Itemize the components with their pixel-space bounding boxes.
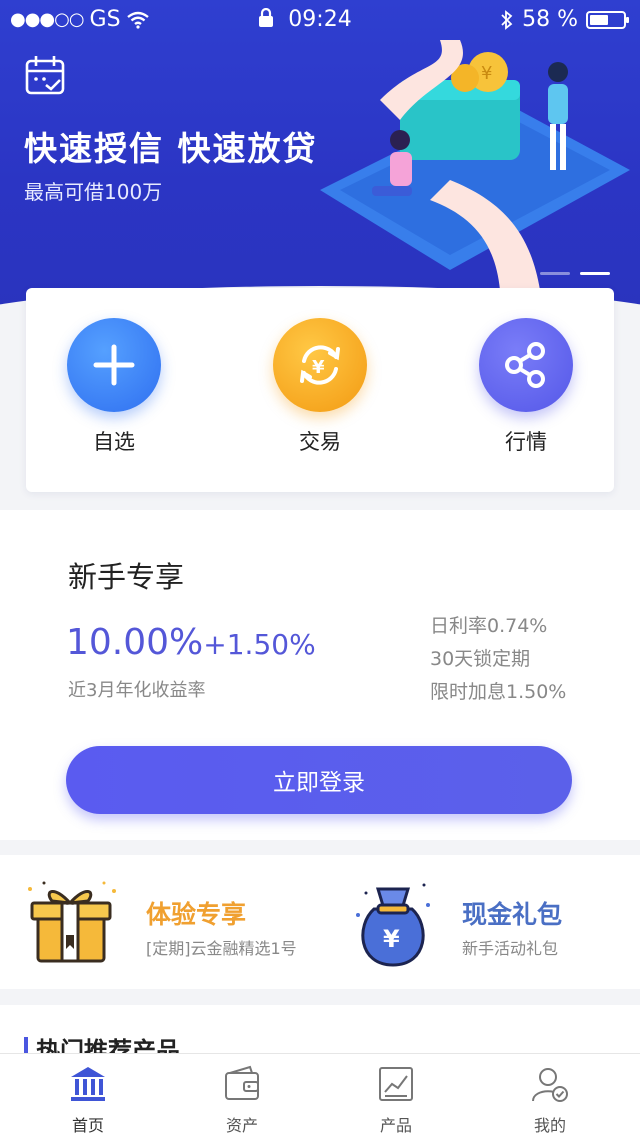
detail-daily-rate: 日利率0.74%	[430, 615, 548, 637]
quick-nav-label: 交易	[299, 430, 341, 454]
tab-profile[interactable]: 我的	[500, 1064, 600, 1136]
promo-section: 体验专享 [定期]云金融精选1号 ¥ 现金礼包 新手活动礼包	[0, 855, 640, 989]
wallet-icon	[225, 1065, 259, 1100]
share-icon	[479, 318, 573, 412]
battery-percent: 58 %	[522, 7, 578, 32]
login-button[interactable]: 立即登录	[66, 746, 572, 814]
quick-nav-card: 自选 ¥ 交易 行情	[26, 288, 614, 492]
banner-title: 快速授信 快速放贷	[24, 129, 318, 168]
tab-label: 我的	[533, 1116, 566, 1135]
tab-label: 首页	[71, 1116, 104, 1135]
promo-title: 体验专享	[146, 900, 247, 929]
promo-subtitle: 新手活动礼包	[462, 939, 559, 958]
newcomer-section[interactable]: 新手专享 10.00%+1.50% 近3月年化收益率 日利率0.74% 30天锁…	[0, 510, 640, 840]
calendar-icon[interactable]	[24, 54, 68, 96]
money-bag-icon: ¥	[356, 883, 430, 967]
bottom-tab-bar: 首页 资产 产品 我的	[0, 1053, 640, 1139]
pager-dot[interactable]	[540, 272, 570, 275]
svg-text:¥: ¥	[312, 357, 325, 378]
quick-nav-trade[interactable]: ¥ 交易	[250, 318, 390, 456]
promo-subtitle: [定期]云金融精选1号	[146, 939, 297, 958]
banner-pager[interactable]	[540, 272, 610, 275]
quick-nav-watchlist[interactable]: 自选	[44, 318, 184, 456]
svg-text:¥: ¥	[383, 925, 400, 953]
promo-experience[interactable]: 体验专享 [定期]云金融精选1号	[24, 875, 324, 975]
status-bar: ●●●○○ GS 09:24 58 %	[0, 0, 640, 40]
rate-bonus: +1.50%	[203, 628, 316, 661]
banner-subtitle: 最高可借100万	[24, 180, 163, 204]
quick-nav-market[interactable]: 行情	[456, 318, 596, 456]
home-bank-icon	[71, 1067, 105, 1101]
promo-title: 现金礼包	[462, 900, 563, 929]
rate-description: 近3月年化收益率	[68, 680, 206, 701]
section-title: 新手专享	[68, 560, 185, 594]
plus-icon	[67, 318, 161, 412]
svg-text:¥: ¥	[481, 63, 492, 84]
detail-lock-period: 30天锁定期	[430, 648, 531, 670]
tab-products[interactable]: 产品	[346, 1064, 446, 1136]
quick-nav-label: 自选	[93, 430, 135, 454]
rate-display: 10.00%+1.50%	[66, 622, 316, 663]
promo-cash-gift[interactable]: ¥ 现金礼包 新手活动礼包	[352, 875, 622, 975]
product-details: 日利率0.74% 30天锁定期 限时加息1.50%	[430, 610, 566, 709]
detail-bonus-rate: 限时加息1.50%	[430, 681, 567, 703]
user-icon	[532, 1068, 568, 1102]
top-banner[interactable]: ¥ ●●●○○ GS 09:24 58 % 快速授信 快速放贷 最高可借100万	[0, 0, 640, 330]
bluetooth-icon	[501, 9, 513, 30]
rate-main: 10.00%	[66, 622, 204, 663]
banner-illustration: ¥	[320, 40, 630, 290]
yuan-exchange-icon: ¥	[273, 318, 367, 412]
pager-dot-active[interactable]	[580, 272, 610, 275]
tab-assets[interactable]: 资产	[192, 1064, 292, 1136]
tab-label: 产品	[379, 1116, 412, 1135]
chart-icon	[379, 1067, 413, 1101]
tab-home[interactable]: 首页	[38, 1064, 138, 1136]
tab-label: 资产	[225, 1116, 258, 1135]
battery-icon	[586, 10, 629, 29]
quick-nav-label: 行情	[505, 430, 547, 454]
gift-box-icon	[28, 881, 116, 963]
